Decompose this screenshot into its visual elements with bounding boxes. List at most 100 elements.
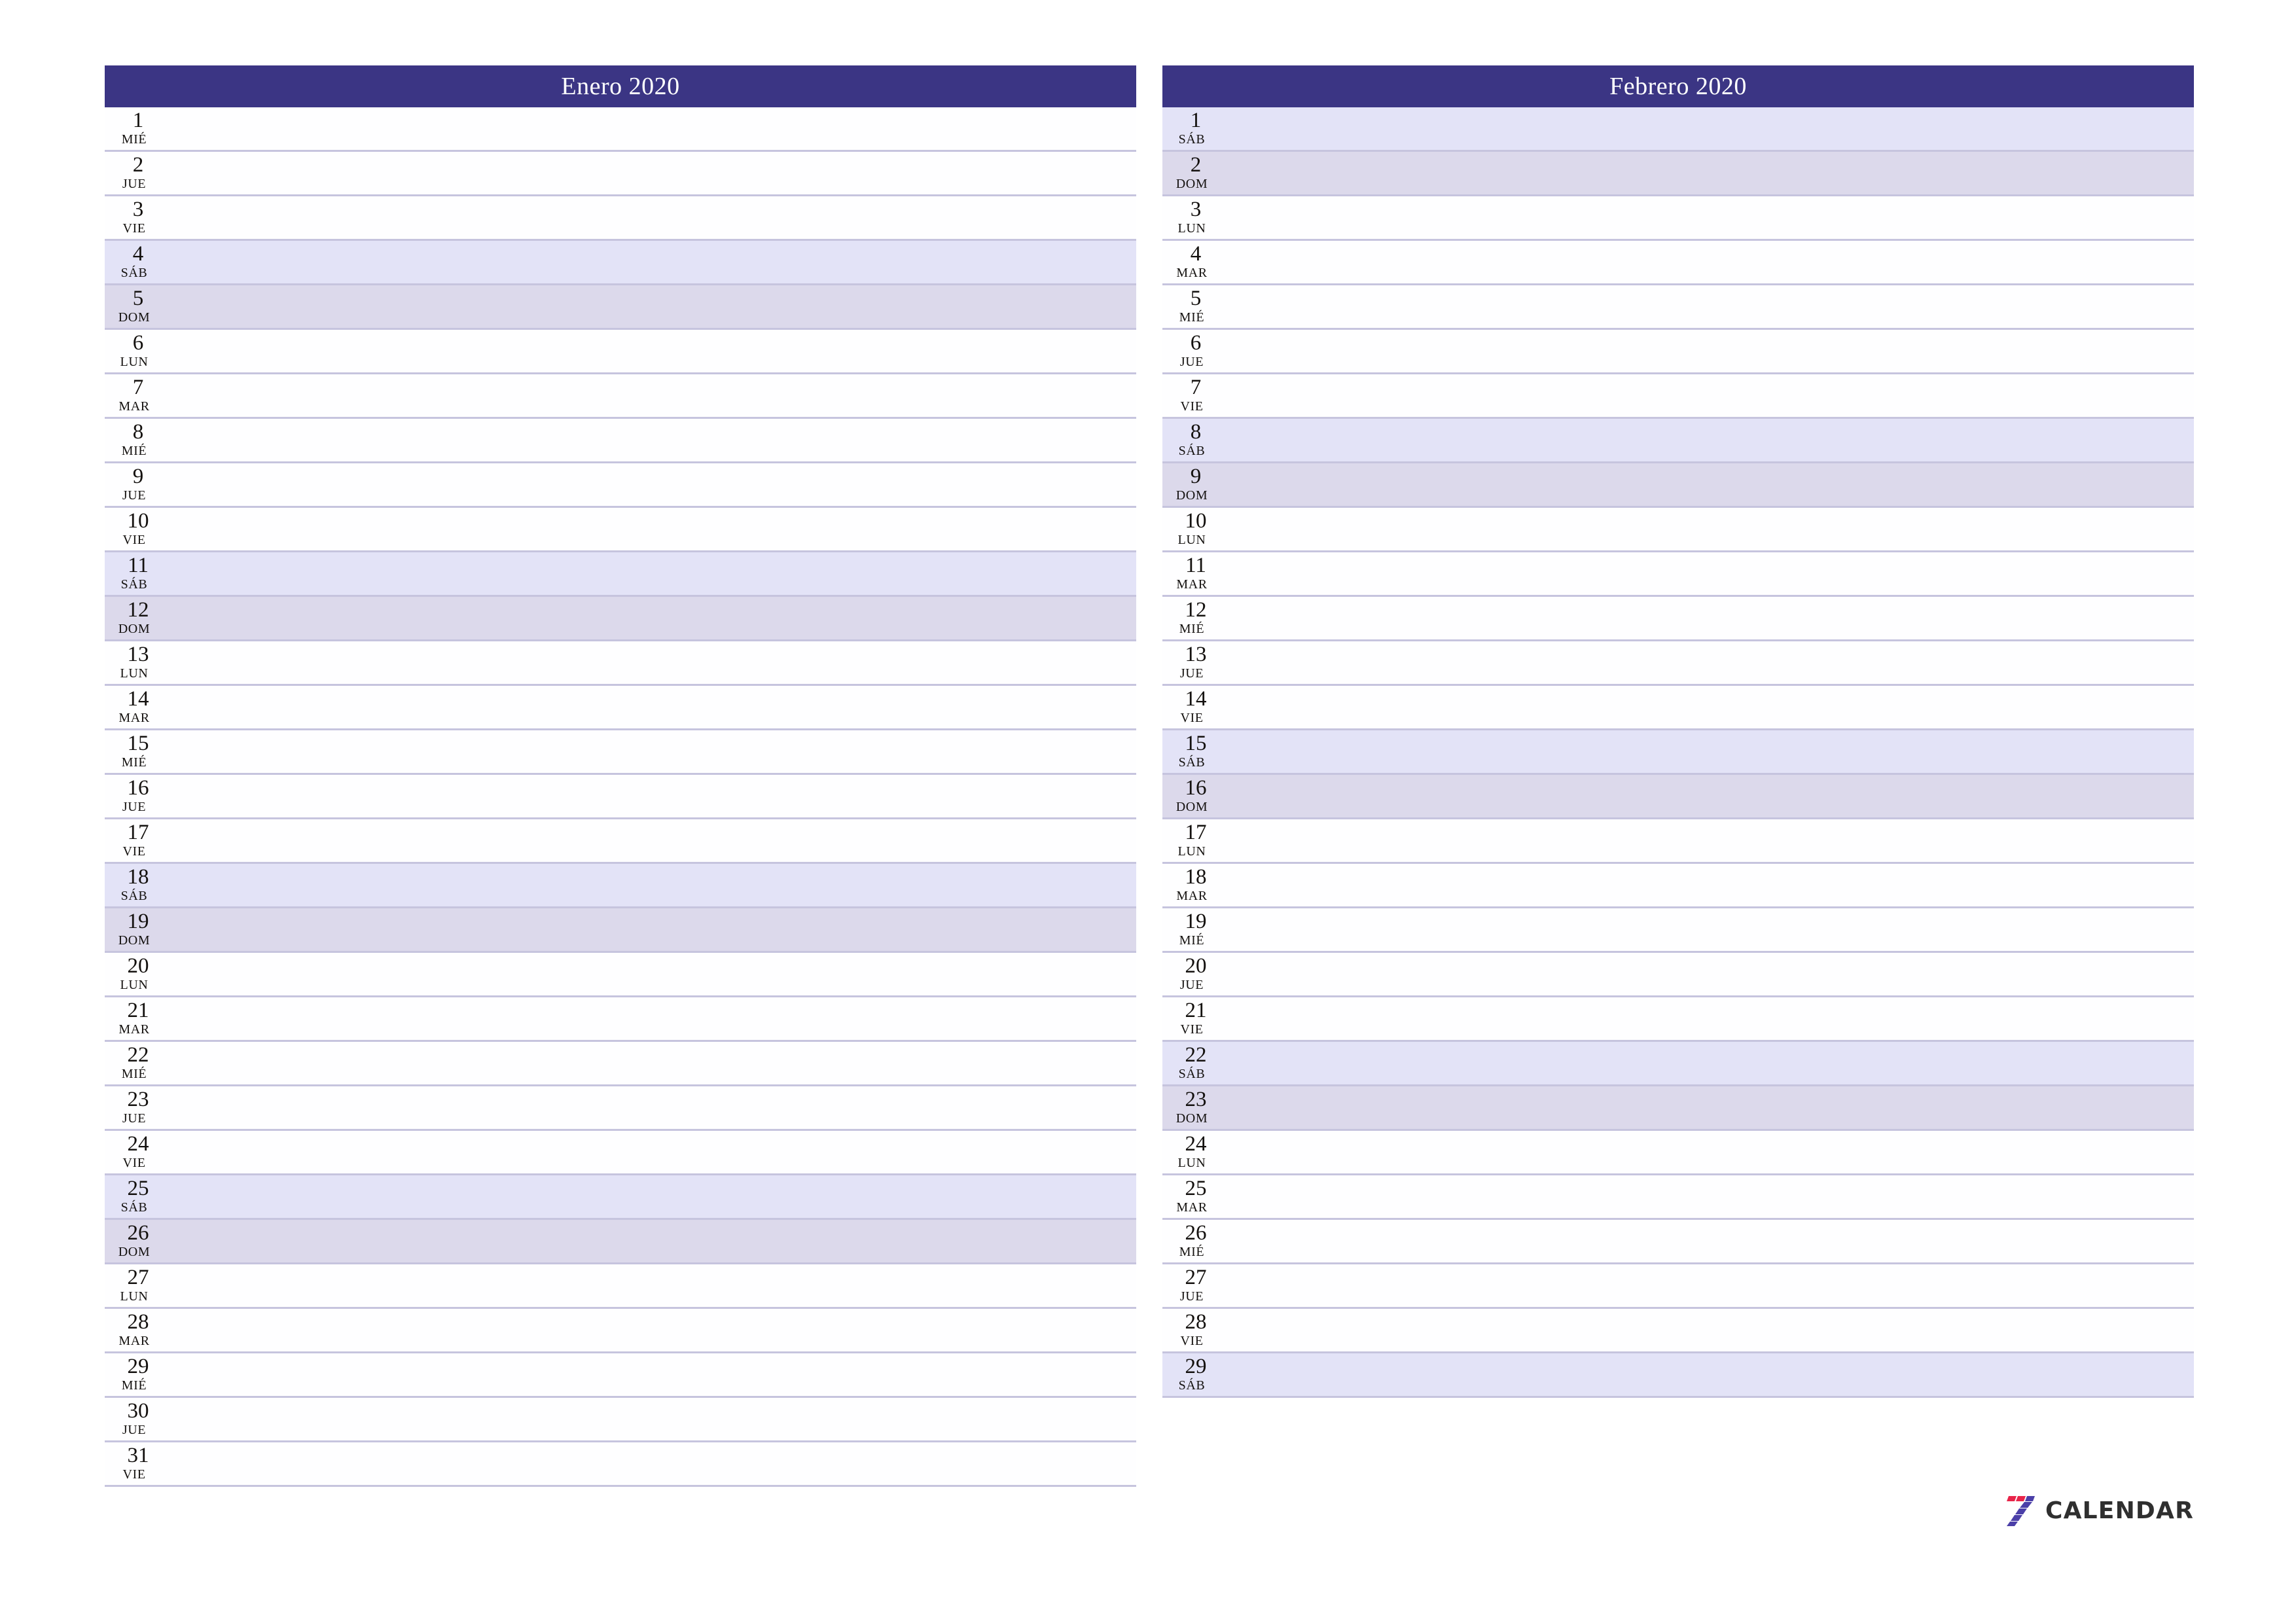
day-number: 26 — [1185, 1221, 1207, 1245]
day-number: 4 — [132, 242, 144, 266]
day-weekday: VIE — [1180, 711, 1204, 725]
day-row[interactable]: 19 MIÉ — [1162, 908, 2194, 953]
day-row[interactable]: 21 MAR — [105, 997, 1136, 1042]
day-row[interactable]: 12 MIÉ — [1162, 597, 2194, 641]
day-number: 16 — [127, 776, 149, 800]
day-number: 21 — [1185, 999, 1207, 1022]
planner-grid: Enero 2020 1 MIÉ 2 JUE 3 VIE 4 SÁB 5 DOM 6 LUN 7 MAR 8 M… — [105, 65, 2194, 1571]
day-number: 17 — [1185, 821, 1207, 844]
day-number: 2 — [1190, 153, 1202, 177]
day-row[interactable]: 5 DOM — [105, 285, 1136, 330]
day-weekday: MAR — [1176, 889, 1208, 903]
day-row[interactable]: 16 JUE — [105, 775, 1136, 819]
day-row[interactable]: 6 JUE — [1162, 330, 2194, 374]
day-row[interactable]: 5 MIÉ — [1162, 285, 2194, 330]
day-weekday: SÁB — [120, 577, 148, 592]
day-number: 5 — [1190, 287, 1202, 310]
day-row[interactable]: 26 MIÉ — [1162, 1220, 2194, 1264]
day-row[interactable]: 6 LUN — [105, 330, 1136, 374]
day-weekday: SÁB — [1178, 132, 1206, 147]
day-row[interactable]: 2 JUE — [105, 152, 1136, 196]
day-row[interactable]: 20 JUE — [1162, 953, 2194, 997]
day-row[interactable]: 1 MIÉ — [105, 107, 1136, 152]
day-row[interactable]: 13 LUN — [105, 641, 1136, 686]
day-row[interactable]: 14 VIE — [1162, 686, 2194, 730]
day-row[interactable]: 27 JUE — [1162, 1264, 2194, 1309]
day-row[interactable]: 8 SÁB — [1162, 419, 2194, 463]
day-number: 17 — [127, 821, 149, 844]
day-row[interactable]: 20 LUN — [105, 953, 1136, 997]
day-row[interactable]: 3 LUN — [1162, 196, 2194, 241]
day-number: 25 — [1185, 1177, 1207, 1200]
day-number: 7 — [132, 376, 144, 399]
day-row[interactable]: 1 SÁB — [1162, 107, 2194, 152]
day-number: 20 — [1185, 954, 1207, 978]
day-weekday: LUN — [1177, 844, 1206, 859]
day-number: 9 — [132, 465, 144, 488]
day-row[interactable]: 2 DOM — [1162, 152, 2194, 196]
day-number: 12 — [127, 598, 149, 622]
day-number: 19 — [127, 910, 149, 933]
day-row[interactable]: 26 DOM — [105, 1220, 1136, 1264]
day-row[interactable]: 25 MAR — [1162, 1175, 2194, 1220]
day-row[interactable]: 7 MAR — [105, 374, 1136, 419]
month-column: Enero 2020 1 MIÉ 2 JUE 3 VIE 4 SÁB 5 DOM 6 LUN 7 MAR 8 M… — [105, 65, 1136, 1571]
day-row[interactable]: 23 JUE — [105, 1086, 1136, 1131]
day-row[interactable]: 27 LUN — [105, 1264, 1136, 1309]
day-number: 2 — [132, 153, 144, 177]
day-row[interactable]: 29 MIÉ — [105, 1353, 1136, 1398]
day-row[interactable]: 24 VIE — [105, 1131, 1136, 1175]
day-weekday: JUE — [1179, 1289, 1204, 1304]
day-row[interactable]: 11 SÁB — [105, 552, 1136, 597]
day-row[interactable]: 15 MIÉ — [105, 730, 1136, 775]
day-weekday: MIÉ — [1179, 1245, 1205, 1259]
day-number: 30 — [127, 1399, 149, 1423]
day-row[interactable]: 31 VIE — [105, 1442, 1136, 1487]
day-row[interactable]: 13 JUE — [1162, 641, 2194, 686]
day-row[interactable]: 24 LUN — [1162, 1131, 2194, 1175]
day-row[interactable]: 10 LUN — [1162, 508, 2194, 552]
day-row[interactable]: 28 MAR — [105, 1309, 1136, 1353]
day-row[interactable]: 21 VIE — [1162, 997, 2194, 1042]
day-row[interactable]: 14 MAR — [105, 686, 1136, 730]
day-row[interactable]: 17 VIE — [105, 819, 1136, 864]
day-row[interactable]: 9 DOM — [1162, 463, 2194, 508]
day-row[interactable]: 22 SÁB — [1162, 1042, 2194, 1086]
day-row[interactable]: 11 MAR — [1162, 552, 2194, 597]
day-row[interactable]: 25 SÁB — [105, 1175, 1136, 1220]
day-number: 3 — [132, 198, 144, 221]
day-row[interactable]: 29 SÁB — [1162, 1353, 2194, 1398]
day-number: 8 — [1190, 420, 1202, 444]
day-row[interactable]: 10 VIE — [105, 508, 1136, 552]
day-number: 11 — [1185, 554, 1206, 577]
day-weekday: SÁB — [1178, 755, 1206, 770]
day-weekday: VIE — [1180, 1334, 1204, 1348]
day-row[interactable]: 12 DOM — [105, 597, 1136, 641]
day-row[interactable]: 18 SÁB — [105, 864, 1136, 908]
day-row[interactable]: 30 JUE — [105, 1398, 1136, 1442]
month-column: Febrero 2020 1 SÁB 2 DOM 3 LUN 4 MAR 5 MIÉ 6 JUE 7 VIE… — [1162, 65, 2194, 1571]
day-weekday: JUE — [122, 488, 147, 503]
day-number: 1 — [1190, 109, 1202, 132]
day-row[interactable]: 18 MAR — [1162, 864, 2194, 908]
day-row[interactable]: 8 MIÉ — [105, 419, 1136, 463]
day-row[interactable]: 22 MIÉ — [105, 1042, 1136, 1086]
day-number: 23 — [1185, 1088, 1207, 1111]
day-row[interactable]: 3 VIE — [105, 196, 1136, 241]
day-row[interactable]: 16 DOM — [1162, 775, 2194, 819]
day-weekday: VIE — [1180, 399, 1204, 414]
day-row[interactable]: 9 JUE — [105, 463, 1136, 508]
day-number: 18 — [1185, 865, 1207, 889]
day-row[interactable]: 4 SÁB — [105, 241, 1136, 285]
day-weekday: LUN — [1177, 221, 1206, 236]
day-number: 22 — [127, 1043, 149, 1067]
day-row[interactable]: 15 SÁB — [1162, 730, 2194, 775]
day-row[interactable]: 28 VIE — [1162, 1309, 2194, 1353]
day-row[interactable]: 4 MAR — [1162, 241, 2194, 285]
day-row[interactable]: 23 DOM — [1162, 1086, 2194, 1131]
day-number: 26 — [127, 1221, 149, 1245]
day-row[interactable]: 17 LUN — [1162, 819, 2194, 864]
day-weekday: JUE — [122, 1423, 147, 1437]
day-row[interactable]: 19 DOM — [105, 908, 1136, 953]
day-row[interactable]: 7 VIE — [1162, 374, 2194, 419]
